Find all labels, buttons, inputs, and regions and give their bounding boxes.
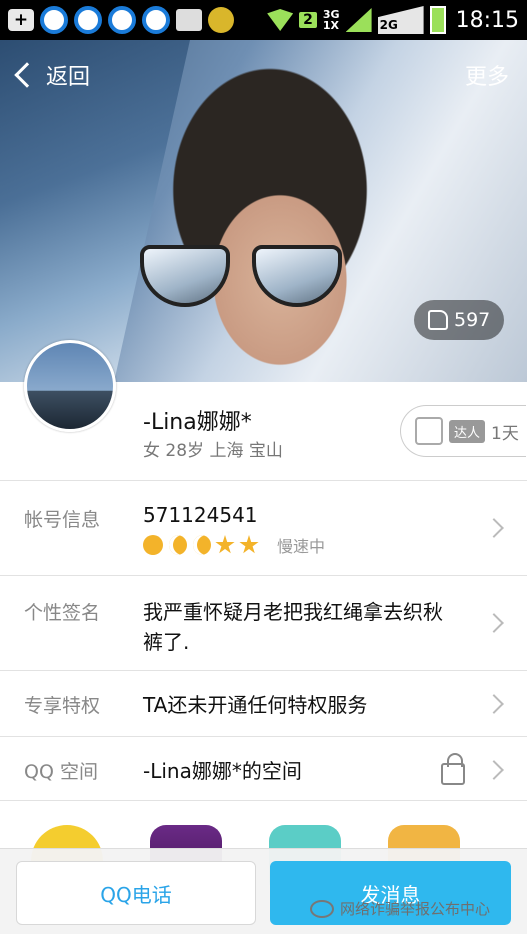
privilege-row[interactable]: 专享特权 TA还未开通任何特权服务 bbox=[0, 670, 527, 736]
talent-days: 1天 bbox=[491, 423, 519, 444]
qq-level-icons: 慢速中 bbox=[143, 533, 325, 557]
qq-icon bbox=[142, 6, 170, 34]
signal-icon bbox=[345, 8, 372, 32]
like-count: 597 bbox=[454, 309, 491, 331]
sunglasses bbox=[140, 245, 360, 315]
top-nav: 返回 更多 bbox=[0, 40, 527, 110]
thumbs-up-icon bbox=[428, 310, 448, 330]
moon-icon bbox=[193, 535, 211, 555]
qq-number: 571124541 bbox=[143, 503, 258, 527]
qq-call-button[interactable]: QQ电话 bbox=[16, 861, 256, 925]
signal-icon-2g: 2G bbox=[377, 6, 424, 34]
talent-label: 达人 bbox=[449, 419, 486, 443]
chevron-right-icon bbox=[484, 760, 504, 780]
qq-icon bbox=[74, 6, 102, 34]
nickname: -Lina娜娜* bbox=[143, 410, 252, 435]
privilege-label: 专享特权 bbox=[24, 695, 101, 717]
chevron-left-icon bbox=[14, 62, 40, 88]
watermark-text: 网络诈骗举报公布中心 bbox=[340, 900, 491, 918]
signature-label: 个性签名 bbox=[24, 602, 101, 624]
signature-row[interactable]: 个性签名 我严重怀疑月老把我红绳拿去织秋 裤了. bbox=[0, 575, 527, 670]
network-type: 3G 1X bbox=[322, 8, 340, 32]
moon-icon bbox=[169, 535, 187, 555]
battery-icon bbox=[429, 6, 446, 34]
like-button[interactable]: 597 bbox=[414, 300, 505, 340]
avatar[interactable] bbox=[24, 340, 116, 432]
plus-icon: + bbox=[8, 9, 34, 31]
status-bar: + 2 3G 1X 2G 18:15 bbox=[0, 0, 527, 40]
level-speed: 慢速中 bbox=[277, 537, 326, 556]
chevron-right-icon bbox=[484, 518, 504, 538]
lock-icon bbox=[441, 753, 465, 785]
star-icon bbox=[239, 535, 259, 554]
qzone-label: QQ 空间 bbox=[24, 761, 98, 783]
privilege-value: TA还未开通任何特权服务 bbox=[143, 693, 368, 717]
signature-line-2: 裤了. bbox=[143, 630, 190, 654]
chevron-right-icon bbox=[484, 694, 504, 714]
bottom-action-bar: QQ电话 发消息 bbox=[0, 848, 527, 934]
image-icon bbox=[176, 9, 202, 31]
signature-line-1: 我严重怀疑月老把我红绳拿去织秋 bbox=[143, 600, 443, 624]
clock: 18:15 bbox=[455, 7, 519, 33]
qzone-value: -Lina娜娜*的空间 bbox=[143, 759, 302, 783]
account-info-row[interactable]: 帐号信息 571124541 慢速中 bbox=[0, 480, 527, 575]
watermark: 网络诈骗举报公布中心 bbox=[310, 898, 490, 919]
qq-icon bbox=[40, 6, 68, 34]
sun-icon bbox=[143, 535, 163, 555]
account-label: 帐号信息 bbox=[24, 509, 101, 531]
qzone-row[interactable]: QQ 空间 -Lina娜娜*的空间 bbox=[0, 736, 527, 802]
winged-phone-icon bbox=[415, 417, 443, 445]
sim-icon: 2 bbox=[299, 12, 317, 28]
profile-meta: 女 28岁 上海 宝山 bbox=[143, 441, 283, 461]
talent-badge[interactable]: 达人 1天 bbox=[400, 405, 526, 457]
wechat-icon bbox=[310, 899, 334, 918]
chevron-right-icon bbox=[484, 613, 504, 633]
star-icon bbox=[215, 535, 235, 554]
more-button[interactable]: 更多 bbox=[465, 59, 509, 91]
wifi-icon bbox=[267, 9, 294, 31]
coin-icon bbox=[208, 7, 234, 33]
qq-icon bbox=[108, 6, 136, 34]
back-button[interactable]: 返回 bbox=[14, 59, 91, 91]
back-label: 返回 bbox=[46, 65, 91, 90]
